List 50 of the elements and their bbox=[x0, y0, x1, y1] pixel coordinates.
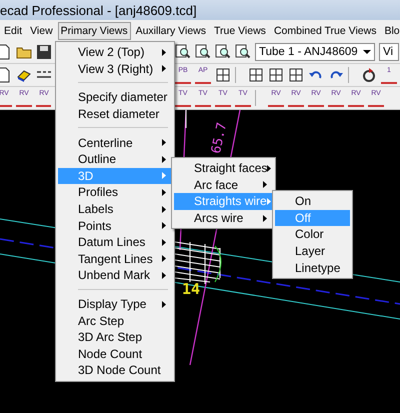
menu-bar-item[interactable]: True Views bbox=[211, 22, 269, 40]
wireframe-drawing bbox=[174, 242, 220, 284]
magnifier-icon[interactable] bbox=[195, 44, 211, 60]
menu-item[interactable]: Reset diameter bbox=[58, 106, 172, 122]
view-dropdown[interactable]: Vi bbox=[379, 43, 399, 61]
menu-item[interactable]: Layer bbox=[275, 242, 350, 260]
menu-item[interactable]: Display Type bbox=[58, 296, 172, 312]
menu-item[interactable]: Tangent Lines bbox=[58, 250, 172, 268]
tube-dropdown[interactable]: Tube 1 - ANJ48609 bbox=[255, 43, 375, 61]
menu-item[interactable]: Datum Lines bbox=[58, 234, 172, 251]
menu-item[interactable]: Points bbox=[58, 217, 172, 234]
magnifier-icon[interactable] bbox=[215, 44, 231, 60]
arc-line bbox=[214, 246, 222, 282]
window-title: ecad Professional - [anj48609.tcd] bbox=[0, 2, 197, 18]
menu-item[interactable]: Color bbox=[275, 226, 350, 243]
refresh-icon[interactable] bbox=[361, 67, 377, 83]
menu-item[interactable]: 3D Node Count bbox=[58, 362, 172, 379]
menu-item[interactable]: Arc face bbox=[174, 176, 273, 194]
menu-item[interactable]: Specify diameter bbox=[58, 89, 172, 106]
dimension-label: 65.7 bbox=[210, 121, 230, 155]
page-icon[interactable] bbox=[0, 67, 12, 83]
menu-item[interactable]: On bbox=[275, 193, 350, 210]
menu-bar-item[interactable]: Blo bbox=[381, 22, 400, 40]
menu-item[interactable]: 3D Arc Step bbox=[58, 328, 172, 346]
grid-icon[interactable] bbox=[268, 67, 284, 83]
menu-item[interactable]: Arcs wire bbox=[174, 210, 273, 226]
menu-item[interactable]: Arc Step bbox=[58, 312, 172, 329]
grid-icon[interactable] bbox=[288, 67, 304, 83]
save-icon[interactable] bbox=[36, 44, 51, 60]
grid-icon[interactable] bbox=[248, 67, 264, 83]
menu-item[interactable]: Profiles bbox=[58, 184, 172, 201]
menu-item[interactable]: View 3 (Right) bbox=[58, 60, 172, 78]
menu-item[interactable]: View 2 (Top) bbox=[58, 44, 172, 61]
grid-icon[interactable] bbox=[215, 67, 231, 83]
magnifier-icon[interactable] bbox=[235, 44, 251, 60]
menu-item[interactable]: Centerline bbox=[58, 134, 172, 151]
magnifier-icon[interactable] bbox=[175, 44, 191, 60]
page-icon[interactable] bbox=[0, 44, 12, 60]
menu-item[interactable]: Labels bbox=[58, 200, 172, 218]
menu-bar-item[interactable]: Combined True Views bbox=[270, 22, 380, 40]
menu-item[interactable]: Unbend Mark bbox=[58, 267, 172, 284]
menu-item[interactable]: Node Count bbox=[58, 346, 172, 362]
node-label: 14 bbox=[182, 280, 200, 298]
menu-item[interactable]: Linetype bbox=[275, 259, 350, 276]
menu-bar-item[interactable]: View bbox=[27, 22, 56, 40]
menu-bar-item[interactable]: Auxillary Views bbox=[132, 22, 209, 40]
menu-item[interactable]: Straight faces bbox=[174, 160, 273, 177]
menu-bar-item[interactable]: Primary Views bbox=[58, 22, 131, 40]
menu-bar-item[interactable]: Edit bbox=[1, 22, 26, 40]
menu-item[interactable]: Outline bbox=[58, 150, 172, 168]
